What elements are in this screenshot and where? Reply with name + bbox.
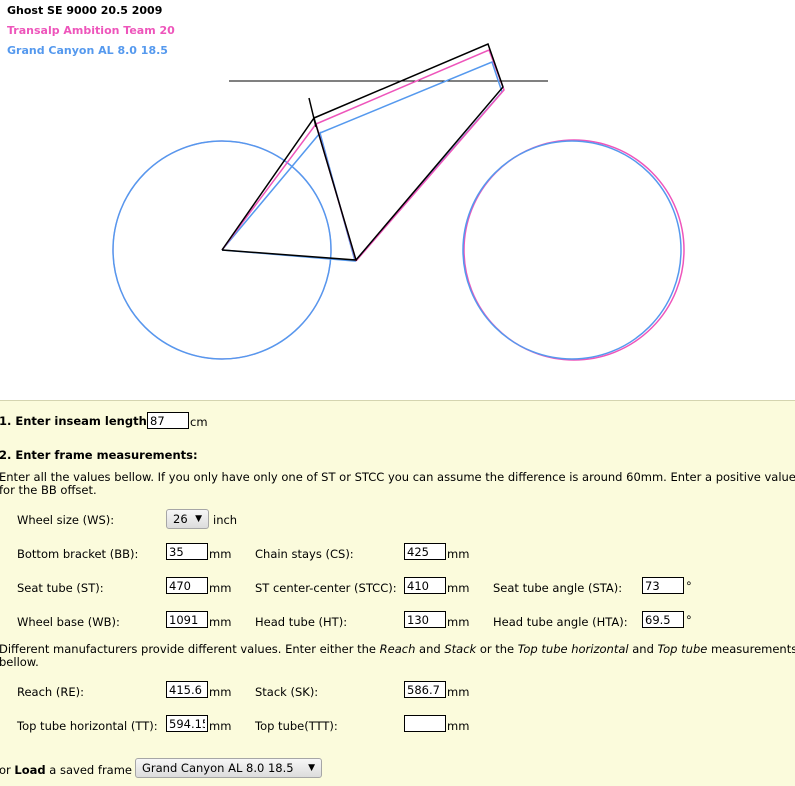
top-tube-unit: mm bbox=[447, 719, 470, 733]
note-reach: Reach bbox=[379, 642, 416, 656]
wheel-size-select[interactable]: 26 ▼ bbox=[166, 509, 209, 529]
load-label: or Load a saved frame bbox=[0, 763, 132, 777]
load-prefix: or bbox=[0, 763, 15, 777]
note-text: Different manufacturers provide differen… bbox=[0, 642, 380, 656]
bike-geometry-drawing bbox=[112, 42, 685, 361]
head-tube-angle-unit: ° bbox=[686, 613, 692, 627]
bottom-bracket-label: Bottom bracket (BB): bbox=[17, 547, 139, 561]
seat-tube-unit: mm bbox=[209, 581, 232, 595]
inseam-input[interactable] bbox=[147, 412, 189, 429]
seat-tube-angle-unit: ° bbox=[686, 579, 692, 593]
saved-frame-select[interactable]: Grand Canyon AL 8.0 18.5 ▼ bbox=[135, 758, 322, 778]
frame-measurements-form: 1. Enter inseam length: cm 2. Enter fram… bbox=[0, 400, 795, 786]
wheel-size-value: 26 bbox=[173, 512, 188, 526]
bottom-bracket-unit: mm bbox=[209, 547, 232, 561]
inseam-label: 1. Enter inseam length: bbox=[0, 414, 152, 428]
seat-tube-input[interactable] bbox=[166, 577, 208, 594]
chain-stays-input[interactable] bbox=[404, 543, 446, 560]
saved-frame-value: Grand Canyon AL 8.0 18.5 bbox=[142, 761, 294, 775]
seat-tube-cc-input[interactable] bbox=[404, 577, 446, 594]
manufacturers-note: Different manufacturers provide differen… bbox=[0, 643, 795, 669]
stack-unit: mm bbox=[447, 685, 470, 699]
note-text: or the bbox=[476, 642, 518, 656]
frame-transalp-top bbox=[315, 49, 505, 262]
seat-tube-angle-label: Seat tube angle (STA): bbox=[493, 581, 623, 595]
note-tt-horizontal: Top tube horizontal bbox=[517, 642, 629, 656]
chain-stays-label: Chain stays (CS): bbox=[255, 547, 354, 561]
note-text: and bbox=[628, 642, 658, 656]
frame-instructions: Enter all the values bellow. If you only… bbox=[0, 470, 795, 497]
inseam-unit: cm bbox=[190, 415, 208, 429]
head-tube-label: Head tube (HT): bbox=[255, 615, 348, 629]
wheel-size-unit: inch bbox=[213, 513, 238, 527]
frame-measurements-heading: 2. Enter frame measurements: bbox=[0, 448, 198, 462]
load-bold: Load bbox=[14, 763, 46, 777]
head-tube-angle-input[interactable] bbox=[642, 611, 684, 628]
top-tube-input[interactable] bbox=[404, 715, 446, 732]
load-suffix: a saved frame bbox=[45, 763, 132, 777]
stack-label: Stack (SK): bbox=[255, 685, 319, 699]
top-tube-label: Top tube(TTT): bbox=[255, 719, 338, 733]
wheel-base-input[interactable] bbox=[166, 611, 208, 628]
head-tube-angle-label: Head tube angle (HTA): bbox=[493, 615, 628, 629]
note-top-tube: Top tube bbox=[657, 642, 708, 656]
reach-unit: mm bbox=[209, 685, 232, 699]
seat-tube-angle-input[interactable] bbox=[642, 577, 684, 594]
bottom-bracket-input[interactable] bbox=[166, 543, 208, 560]
frame-grand-canyon bbox=[221, 131, 357, 262]
chevron-down-icon: ▼ bbox=[308, 763, 315, 773]
note-stack: Stack bbox=[444, 642, 477, 656]
wheel-base-unit: mm bbox=[209, 615, 232, 629]
stack-input[interactable] bbox=[404, 681, 446, 698]
chevron-down-icon: ▼ bbox=[195, 514, 202, 524]
chain-stays-unit: mm bbox=[447, 547, 470, 561]
wheel-base-label: Wheel base (WB): bbox=[17, 615, 120, 629]
frame-ghost-top bbox=[313, 42, 504, 261]
reach-input[interactable] bbox=[166, 681, 208, 698]
head-tube-unit: mm bbox=[447, 615, 470, 629]
seat-tube-label: Seat tube (ST): bbox=[17, 581, 104, 595]
wheel-size-label: Wheel size (WS): bbox=[17, 513, 115, 527]
note-text: and bbox=[415, 642, 445, 656]
top-tube-horizontal-label: Top tube horizontal (TT): bbox=[17, 719, 158, 733]
reach-label: Reach (RE): bbox=[17, 685, 84, 699]
top-tube-horizontal-input[interactable] bbox=[166, 715, 208, 732]
head-tube-input[interactable] bbox=[404, 611, 446, 628]
seat-tube-cc-unit: mm bbox=[447, 581, 470, 595]
front-wheel-pink bbox=[463, 139, 685, 361]
top-tube-horizontal-unit: mm bbox=[209, 719, 232, 733]
seat-tube-cc-label: ST center-center (STCC): bbox=[255, 581, 397, 595]
